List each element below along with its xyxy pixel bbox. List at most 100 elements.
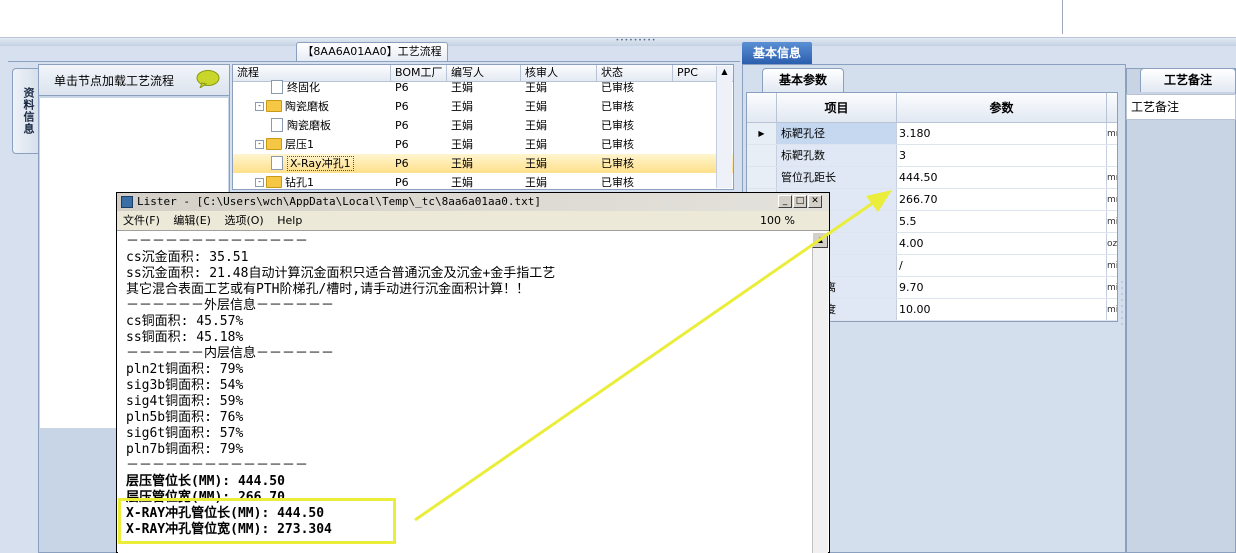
param-value[interactable]: 10.00 <box>897 299 1107 320</box>
close-button[interactable]: ✕ <box>808 195 822 208</box>
row-selector[interactable]: ▶ <box>747 123 777 144</box>
cell-writer: 王娟 <box>451 81 473 94</box>
param-unit: mm <box>1107 129 1117 139</box>
lister-title[interactable]: Lister - [C:\Users\wch\AppData\Local\Tem… <box>117 193 829 211</box>
cell-status: 已审核 <box>601 138 634 151</box>
tree-row[interactable]: - 钻孔1 P6 王娟 王娟 已审核 <box>233 173 733 189</box>
lister-line: ss沉金面积: 21.48自动计算沉金面积只适合普通沉金及沉金+金手指工艺 <box>126 266 556 281</box>
lister-line: pln2t铜面积: 79% <box>126 362 244 377</box>
cell-writer: 王娟 <box>451 100 473 113</box>
menu-options[interactable]: 选项(O) <box>224 214 263 227</box>
lister-line: sig4t铜面积: 59% <box>126 394 244 409</box>
row-selector-header <box>747 93 777 123</box>
param-value[interactable]: 4.00 <box>897 233 1107 254</box>
lister-line: cs沉金面积: 35.51 <box>126 250 249 265</box>
top-divider <box>1062 0 1063 34</box>
current-row-icon: ▶ <box>758 129 765 138</box>
param-row[interactable]: 标靶孔数 3 <box>747 145 1117 167</box>
lister-line: 层压管位长(MM): 444.50 <box>126 474 285 489</box>
cell-status: 已审核 <box>601 157 634 170</box>
collapse-toggle-icon[interactable]: - <box>255 177 264 187</box>
chat-bubble-icon[interactable] <box>196 70 220 88</box>
cell-reviewer: 王娟 <box>525 138 547 151</box>
param-value[interactable]: 266.70 <box>897 189 1107 210</box>
tab-basic-info[interactable]: 基本信息 <box>742 42 812 64</box>
param-value[interactable]: 5.5 <box>897 211 1107 232</box>
minimize-button[interactable]: _ <box>778 195 792 208</box>
param-value[interactable]: 9.70 <box>897 277 1107 298</box>
cell-status: 已审核 <box>601 100 634 113</box>
collapse-toggle-icon[interactable]: - <box>255 139 264 149</box>
remark-header: 工艺备注 <box>1126 94 1236 120</box>
lister-line: ss铜面积: 45.18% <box>126 330 244 345</box>
panel-grip-icon[interactable]: · · · · · · · · <box>1118 279 1126 350</box>
maximize-button[interactable]: □ <box>793 195 807 208</box>
close-icon: ✕ <box>811 196 819 206</box>
tree-node[interactable]: - 层压1 <box>233 135 413 154</box>
param-unit: mi <box>1107 217 1118 227</box>
maximize-icon: □ <box>795 196 805 206</box>
remark-panel <box>1126 68 1236 553</box>
tree-row[interactable]: 陶瓷磨板 P6 王娟 王娟 已审核 <box>233 116 733 135</box>
col-header-item[interactable]: 项目 <box>777 93 897 123</box>
lister-line: pln5b铜面积: 76% <box>126 410 244 425</box>
menu-edit[interactable]: 编辑(E) <box>173 214 211 227</box>
col-header-param[interactable]: 参数 <box>897 93 1107 123</box>
cell-writer: 王娟 <box>451 119 473 132</box>
cell-writer: 王娟 <box>451 157 473 170</box>
param-value[interactable]: / <box>897 255 1107 276</box>
cell-bom: P6 <box>395 119 409 132</box>
folder-icon <box>266 176 282 188</box>
lister-line: －－－－－－－－－－－－－－ <box>126 234 309 249</box>
document-icon <box>271 118 283 132</box>
row-selector[interactable] <box>747 167 777 188</box>
tree-row[interactable]: - 层压1 P6 王娟 王娟 已审核 <box>233 135 733 154</box>
tree-node-label: 层压1 <box>285 138 314 151</box>
tab-material-info-label: 资料信息 <box>22 87 35 135</box>
lister-scrollbar[interactable] <box>812 232 828 553</box>
collapse-toggle-icon[interactable]: - <box>255 101 264 111</box>
param-item: 标靶孔数 <box>777 145 897 166</box>
param-unit: mm <box>1107 173 1117 183</box>
param-unit: mm <box>1107 195 1117 205</box>
cell-reviewer: 王娟 <box>525 119 547 132</box>
lister-line: －－－－－－外层信息－－－－－－ <box>126 298 335 313</box>
folder-icon <box>266 138 282 150</box>
tree-node[interactable]: - 钻孔1 <box>233 173 413 189</box>
cell-reviewer: 王娟 <box>525 176 547 189</box>
cell-bom: P6 <box>395 81 409 94</box>
tree-grid-scrollbar[interactable]: ▲ <box>716 66 732 188</box>
param-value[interactable]: 444.50 <box>897 167 1107 188</box>
row-selector[interactable] <box>747 145 777 166</box>
cell-bom: P6 <box>395 176 409 189</box>
menu-file[interactable]: 文件(F) <box>123 214 160 227</box>
document-icon <box>271 80 283 94</box>
tab-process-remark[interactable]: 工艺备注 <box>1140 68 1236 92</box>
col-header-unit[interactable] <box>1107 93 1117 123</box>
lister-line: sig3b铜面积: 54% <box>126 378 244 393</box>
param-row[interactable]: ▶ 标靶孔径3.180mm <box>747 123 1117 145</box>
tree-row[interactable]: - 陶瓷磨板 P6 王娟 王娟 已审核 <box>233 97 733 116</box>
param-row[interactable]: 管位孔距长444.50mm <box>747 167 1117 189</box>
tree-node[interactable]: - 陶瓷磨板 <box>233 97 413 116</box>
tree-row[interactable]: 终固化 P6 王娟 王娟 已审核 <box>233 78 733 97</box>
menu-help[interactable]: Help <box>277 214 302 227</box>
top-input-area <box>0 0 1236 38</box>
process-tree-grid[interactable]: 流程 BOM工厂 编写人 核审人 状态 PPC 终固化 P6 王娟 王娟 已审核 - 陶瓷磨… <box>232 64 734 190</box>
tab-process-flow[interactable]: 【8AA6A01AA0】工艺流程 <box>296 42 448 62</box>
param-unit <box>1107 145 1117 166</box>
param-value[interactable]: 3 <box>897 145 1107 166</box>
tree-row[interactable]: X-Ray冲孔1 P6 王娟 王娟 已审核 <box>233 154 733 173</box>
tree-node-label: 陶瓷磨板 <box>285 100 329 113</box>
zoom-level: 100 % <box>760 214 795 227</box>
param-value[interactable]: 3.180 <box>897 123 1107 144</box>
cell-bom: P6 <box>395 138 409 151</box>
tab-basic-params[interactable]: 基本参数 <box>762 68 844 92</box>
tree-node-label: 钻孔1 <box>285 176 314 189</box>
tree-node-label: X-Ray冲孔1 <box>287 156 354 171</box>
scroll-up-icon[interactable]: ▲ <box>812 232 828 248</box>
cell-bom: P6 <box>395 100 409 113</box>
scroll-up-icon[interactable]: ▲ <box>717 66 732 78</box>
cell-reviewer: 王娟 <box>525 100 547 113</box>
splitter-grip-icon[interactable]: ••••••••• <box>614 38 658 44</box>
